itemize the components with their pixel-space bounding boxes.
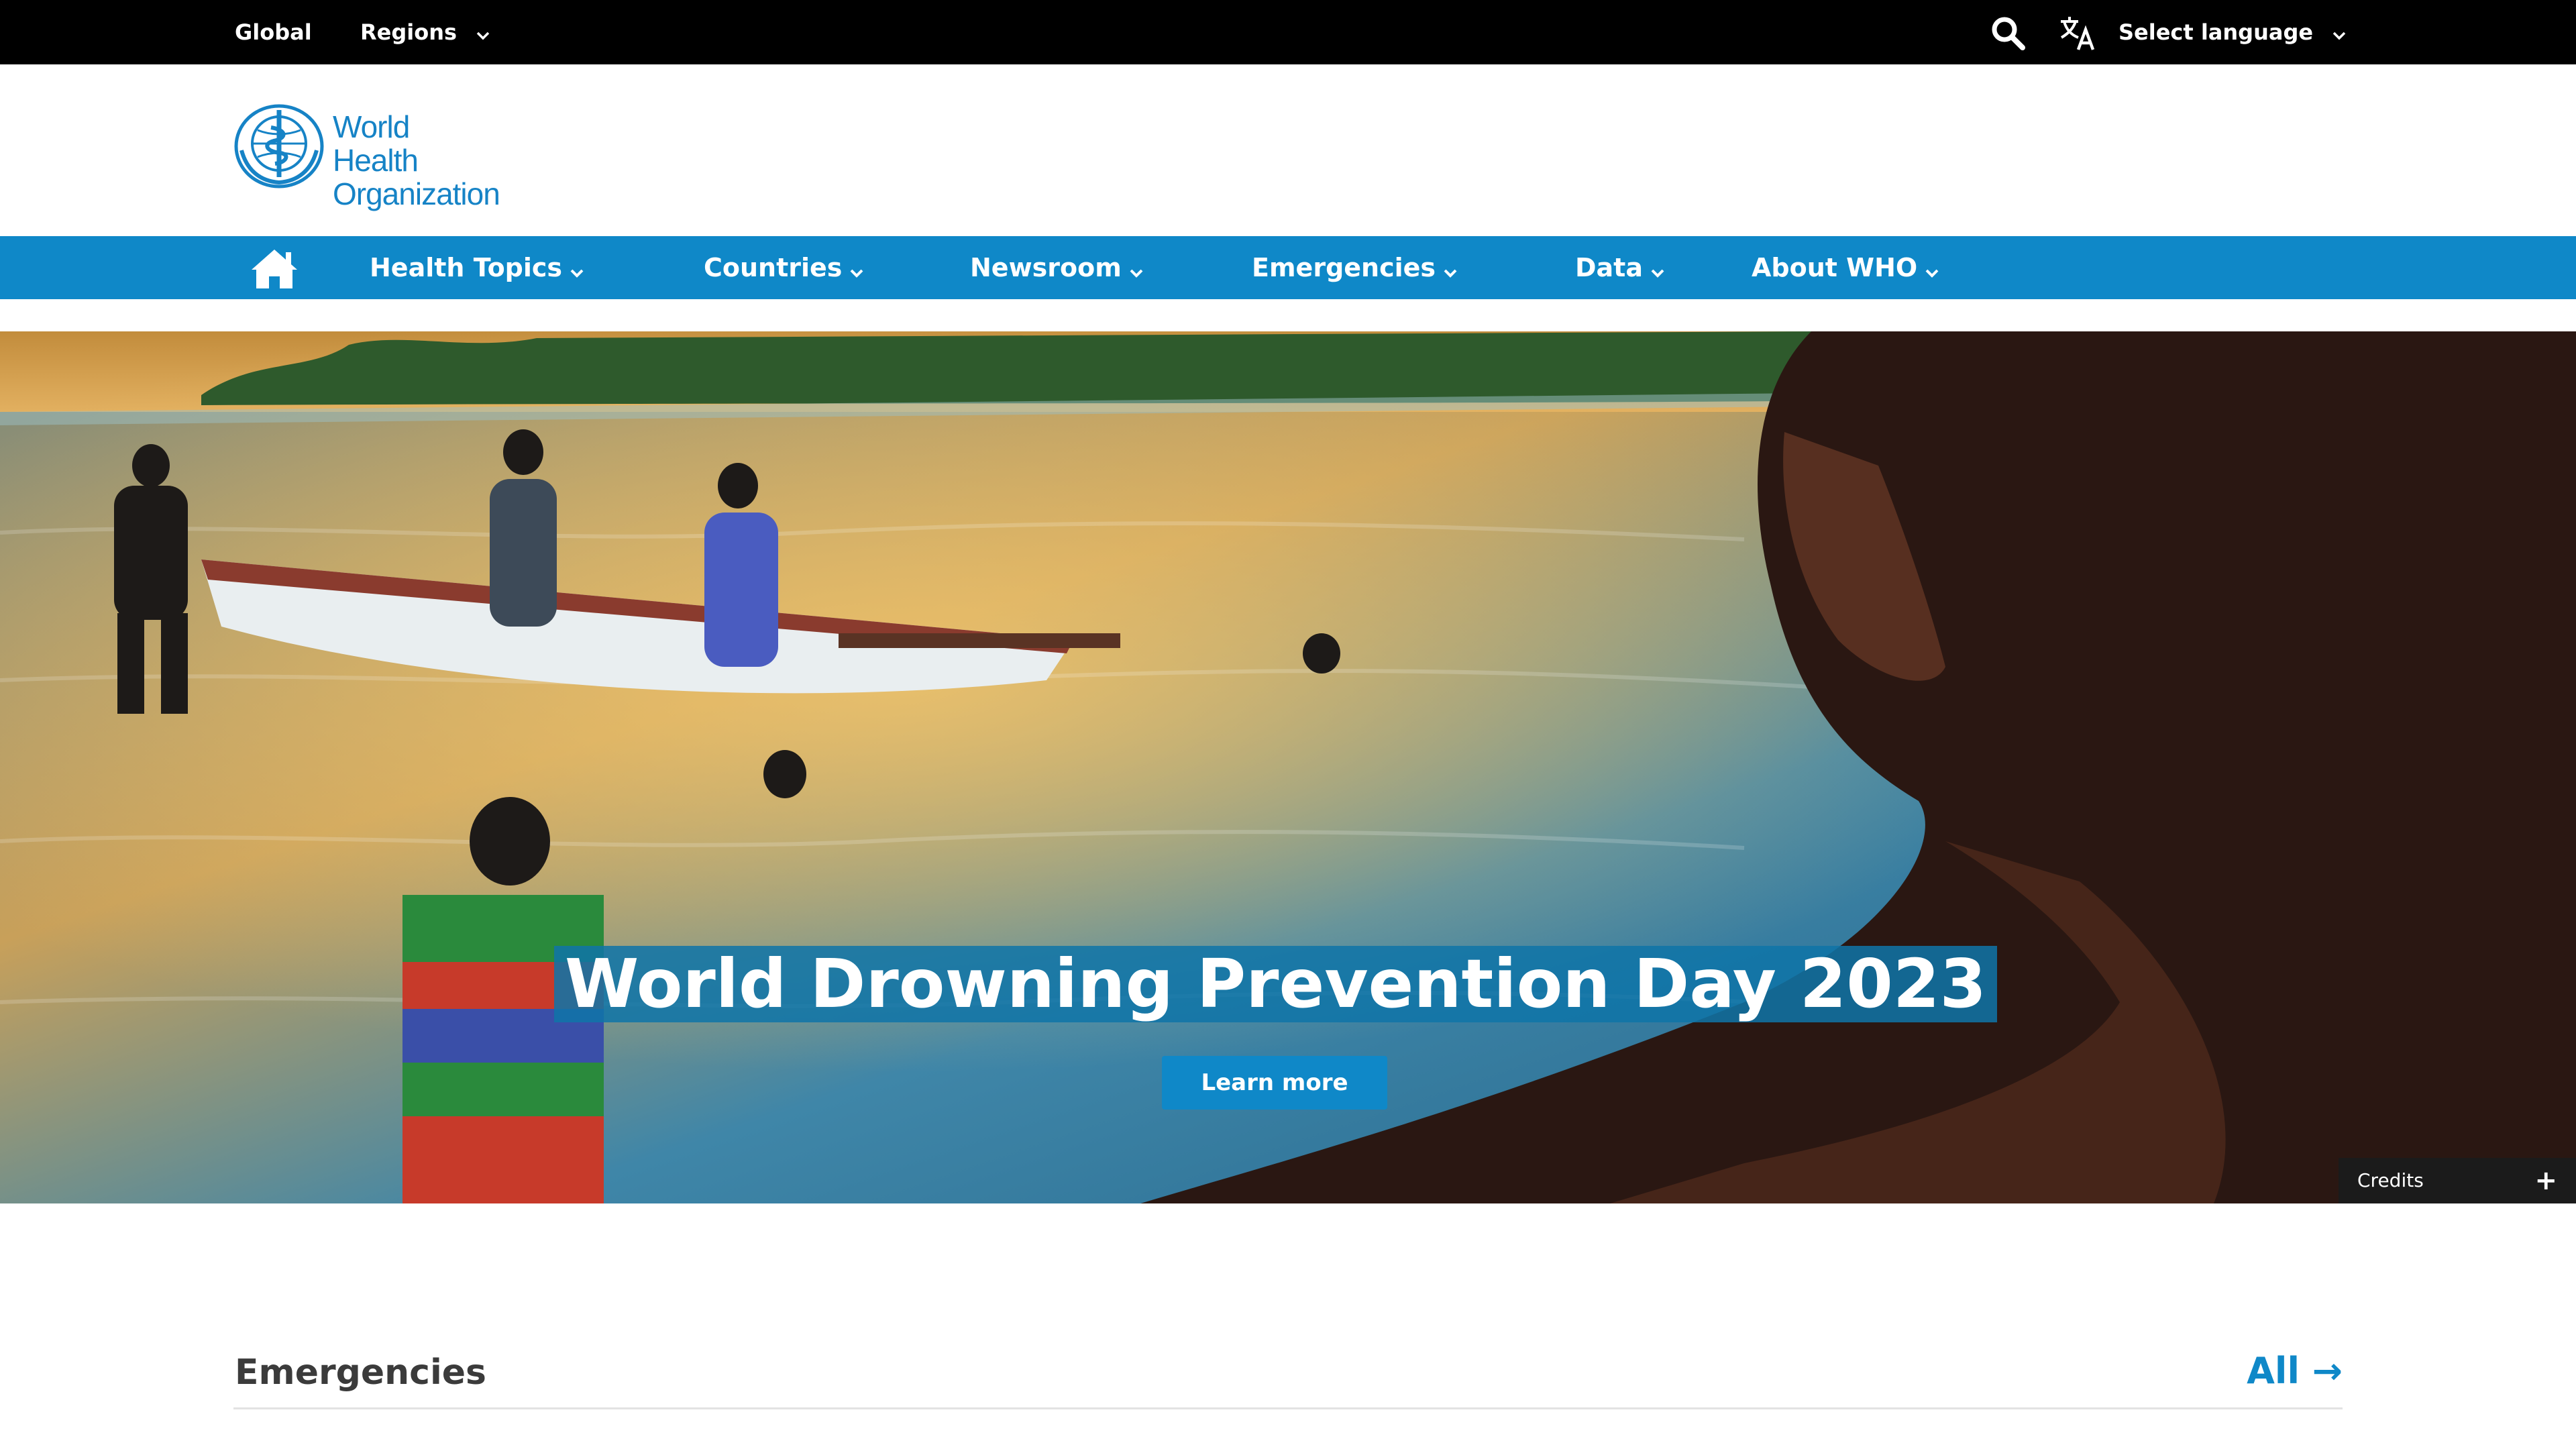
chevron-down-icon — [2332, 1, 2346, 66]
home-icon[interactable] — [250, 247, 299, 290]
plus-icon: + — [2534, 1165, 2557, 1196]
language-selector[interactable]: Select language — [2118, 0, 2346, 64]
logo-line-2: Organization — [333, 176, 500, 211]
credits-toggle[interactable]: Credits + — [2339, 1158, 2576, 1203]
nav-label: Health Topics — [370, 253, 563, 282]
logo-wordmark: World Health Organization — [333, 110, 502, 211]
nav-label: Newsroom — [970, 253, 1122, 282]
site-header: World Health Organization — [0, 64, 2576, 236]
nav-about-who[interactable]: About WHO — [1752, 236, 1939, 299]
who-logo[interactable]: World Health Organization — [233, 103, 502, 211]
chevron-down-icon — [850, 238, 863, 301]
nav-countries[interactable]: Countries — [704, 236, 863, 299]
chevron-down-icon — [1925, 238, 1939, 301]
hero-title: World Drowning Prevention Day 2023 — [554, 946, 1998, 1022]
learn-more-button[interactable]: Learn more — [1162, 1056, 1387, 1110]
hero-banner[interactable]: World Drowning Prevention Day 2023 Learn… — [0, 331, 2576, 1203]
chevron-down-icon — [476, 1, 490, 66]
nav-label: About WHO — [1752, 253, 1918, 282]
section-title-emergencies: Emergencies — [235, 1352, 486, 1393]
logo-line-1: World Health — [333, 109, 419, 178]
translate-icon[interactable] — [2058, 13, 2097, 52]
nav-health-topics[interactable]: Health Topics — [370, 236, 584, 299]
nav-label: Data — [1575, 253, 1643, 282]
credits-label: Credits — [2357, 1169, 2424, 1191]
global-link[interactable]: Global — [235, 0, 312, 64]
chevron-down-icon — [1444, 238, 1457, 301]
nav-newsroom[interactable]: Newsroom — [970, 236, 1143, 299]
nav-label: Emergencies — [1252, 253, 1436, 282]
main-navigation: Health Topics Countries Newsroom Emergen… — [0, 236, 2576, 299]
search-icon[interactable] — [1990, 15, 2026, 51]
language-label: Select language — [2118, 19, 2314, 45]
nav-emergencies[interactable]: Emergencies — [1252, 236, 1457, 299]
chevron-down-icon — [1130, 238, 1143, 301]
top-utility-bar: Global Regions Select language — [0, 0, 2576, 64]
all-emergencies-link[interactable]: All → — [2247, 1350, 2343, 1392]
regions-label: Regions — [360, 19, 458, 45]
section-divider — [233, 1407, 2343, 1409]
who-emblem-icon — [234, 104, 324, 189]
nav-data[interactable]: Data — [1575, 236, 1664, 299]
chevron-down-icon — [570, 238, 584, 301]
nav-label: Countries — [704, 253, 843, 282]
regions-dropdown[interactable]: Regions — [360, 0, 490, 64]
chevron-down-icon — [1651, 238, 1664, 301]
